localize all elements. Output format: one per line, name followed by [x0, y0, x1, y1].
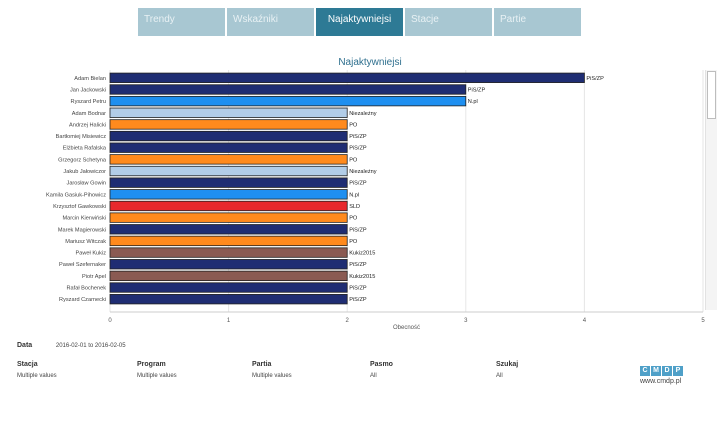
scrollbar-thumb[interactable] — [707, 71, 716, 119]
row-name-label: Marcin Kierwiński — [62, 216, 106, 222]
chart-scrollbar[interactable] — [705, 70, 717, 310]
bar-party-label: PiS/ZP — [468, 87, 486, 93]
bars-group: Adam Bielan PiS/ZP Jan Jackowski PiS/ZP Rysz… — [46, 72, 604, 305]
bar-party-label: PiS/ZP — [349, 297, 367, 303]
bar[interactable] — [109, 107, 348, 118]
bar-party-label: N.pl — [349, 192, 359, 198]
bar-party-label: Kukiz2015 — [349, 274, 375, 280]
logo-url[interactable]: www.cmdp.pl — [640, 378, 684, 385]
bar[interactable] — [109, 224, 348, 235]
filter-title: Szukaj — [496, 361, 519, 368]
x-tick-label: 1 — [227, 318, 231, 324]
filter-value[interactable]: All — [496, 373, 518, 379]
filter-value[interactable]: Multiple values — [252, 373, 292, 379]
row-name-label: Mariusz Witczak — [65, 239, 106, 245]
row-name-label: Jakub Jałowiczor — [63, 169, 106, 175]
filter-title: Pasmo — [370, 361, 393, 368]
bar-party-label: Kukiz2015 — [349, 251, 375, 257]
bar-party-label: PO — [349, 239, 358, 245]
logo-letter: D — [662, 366, 672, 376]
filter-partia[interactable]: Partia Multiple values — [252, 361, 292, 379]
row-name-label: Kamila Gasiuk-Pihowicz — [46, 192, 106, 198]
bar[interactable] — [109, 165, 348, 177]
bar[interactable] — [109, 130, 348, 142]
filter-title: Program — [137, 361, 166, 368]
row-name-label: Adam Bielan — [74, 76, 106, 82]
x-tick-label: 2 — [346, 318, 350, 324]
bar[interactable] — [109, 72, 585, 83]
x-tick-label: 3 — [464, 318, 468, 324]
row-name-label: Krzysztof Gawkowski — [53, 204, 106, 210]
date-filter-value[interactable]: 2016-02-01 to 2016-02-05 — [56, 343, 126, 349]
row-name-label: Paweł Szefernaker — [59, 262, 106, 268]
filter-title: Partia — [252, 361, 272, 368]
x-tick-label: 5 — [701, 318, 705, 324]
bar[interactable] — [109, 282, 348, 293]
filter-value[interactable]: Multiple values — [17, 373, 57, 379]
bar-party-label: PiS/ZP — [349, 134, 367, 140]
bar[interactable] — [109, 95, 467, 107]
filter-pasmo[interactable]: Pasmo All — [370, 361, 393, 379]
date-filter: Data 2016-02-01 to 2016-02-05 — [17, 342, 126, 349]
row-name-label: Paweł Kukiz — [76, 251, 107, 257]
bar[interactable] — [109, 235, 348, 247]
x-tick-label: 4 — [583, 318, 587, 324]
row-name-label: Jan Jackowski — [70, 87, 106, 93]
bar-party-label: PiS/ZP — [349, 262, 367, 268]
filter-value[interactable]: All — [370, 373, 393, 379]
filter-stacja[interactable]: Stacja Multiple values — [17, 361, 57, 379]
cmdp-logo: C M D P www.cmdp.pl — [640, 366, 684, 385]
bar[interactable] — [109, 200, 348, 212]
filter-szukaj[interactable]: Szukaj All — [496, 361, 518, 379]
logo-letter: M — [651, 366, 661, 376]
bar[interactable] — [109, 177, 348, 188]
bar-party-label: Niezależny — [349, 111, 377, 117]
bar[interactable] — [109, 142, 348, 153]
filter-title: Stacja — [17, 361, 38, 368]
row-name-label: Jarosław Gowin — [67, 181, 106, 187]
bar-party-label: Niezależny — [349, 169, 377, 175]
bar-party-label: PO — [349, 122, 358, 128]
bar[interactable] — [109, 294, 348, 305]
bar-party-label: PiS/ZP — [586, 76, 604, 82]
bar[interactable] — [109, 270, 348, 282]
bar[interactable] — [109, 212, 348, 223]
bar[interactable] — [109, 259, 348, 270]
bar[interactable] — [109, 119, 348, 130]
filter-program[interactable]: Program Multiple values — [137, 361, 177, 379]
bar-party-label: PiS/ZP — [349, 146, 367, 152]
date-filter-label: Data — [17, 342, 33, 349]
bar-party-label: SLD — [349, 204, 360, 210]
row-name-label: Ryszard Czarnecki — [59, 297, 106, 303]
bar[interactable] — [109, 154, 348, 165]
bar-party-label: PiS/ZP — [349, 227, 367, 233]
bar-party-label: N.pl — [468, 99, 478, 105]
bar[interactable] — [109, 189, 348, 200]
row-name-label: Ryszard Petru — [71, 99, 106, 105]
row-name-label: Piotr Apel — [82, 274, 106, 280]
row-name-label: Bartłomiej Misiewicz — [56, 134, 107, 140]
x-tick-label: 0 — [108, 318, 112, 324]
row-name-label: Grzegorz Schetyna — [58, 157, 107, 163]
bar-party-label: PO — [349, 157, 358, 163]
filter-value[interactable]: Multiple values — [137, 373, 177, 379]
bar-party-label: PO — [349, 216, 358, 222]
x-axis-label: Obecność — [393, 325, 421, 331]
logo-letter: P — [673, 366, 683, 376]
bar-party-label: PiS/ZP — [349, 181, 367, 187]
row-name-label: Marek Magierowski — [58, 227, 106, 233]
bar-chart: 0 1 2 3 4 5 Adam Bielan PiS/ZP Jan Jackowski PiS/… — [46, 70, 705, 324]
row-name-label: Elżbieta Rafalska — [63, 146, 107, 152]
row-name-label: Andrzej Halicki — [69, 122, 106, 128]
logo-letter: C — [640, 366, 650, 376]
bar-party-label: PiS/ZP — [349, 286, 367, 292]
bar[interactable] — [109, 84, 467, 95]
bar[interactable] — [109, 247, 348, 258]
row-name-label: Rafał Bochenek — [67, 286, 107, 292]
row-name-label: Adam Bodnar — [72, 111, 106, 117]
